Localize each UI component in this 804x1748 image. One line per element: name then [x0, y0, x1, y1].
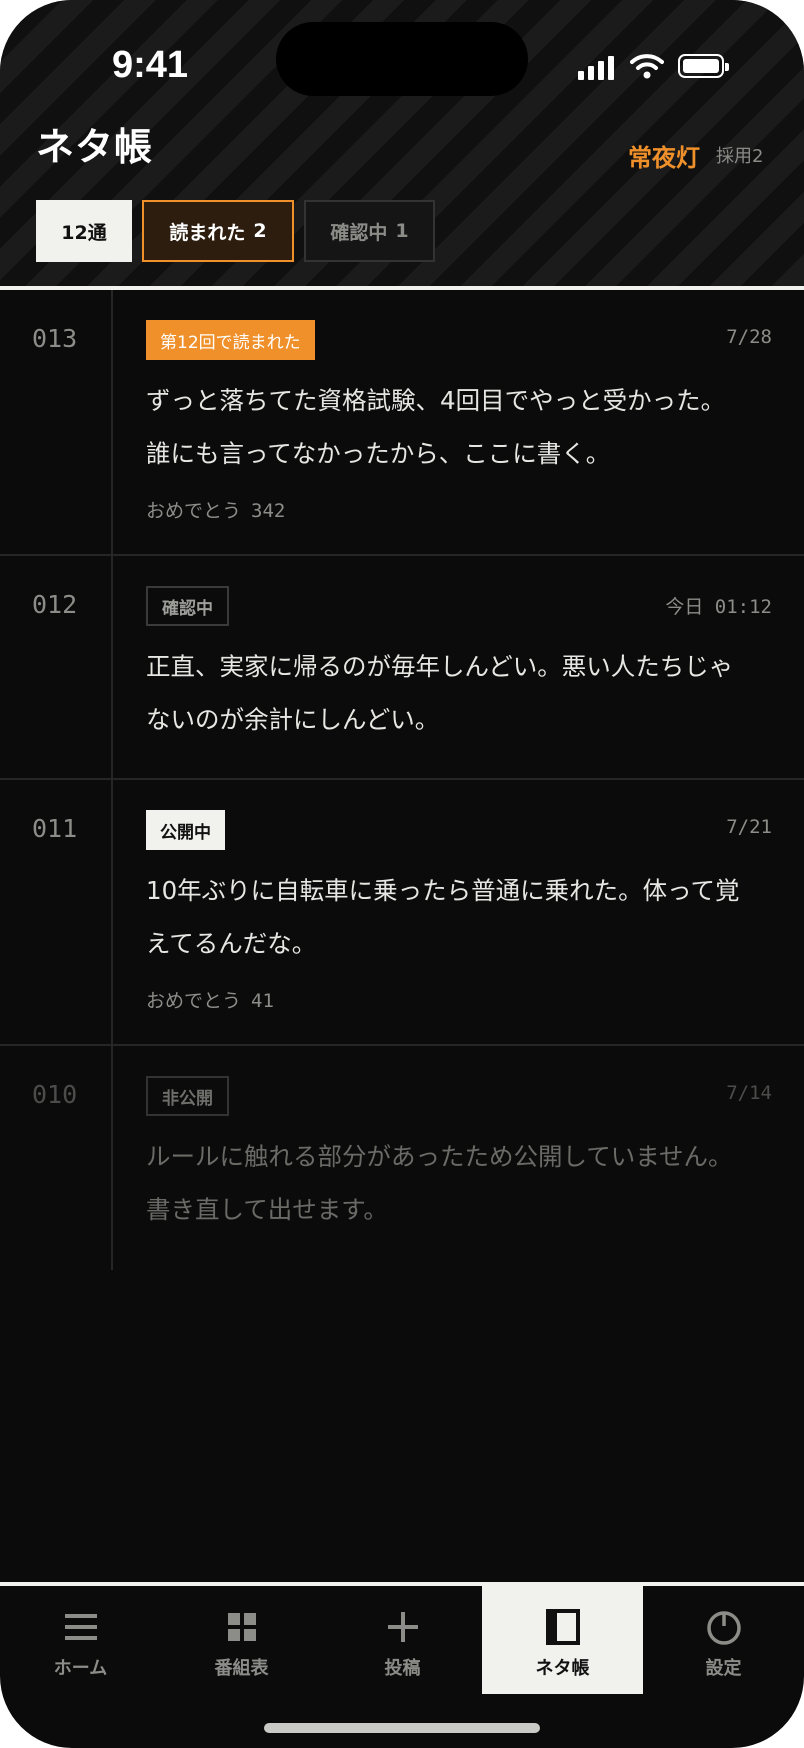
cellular-signal-icon	[578, 56, 614, 80]
entry-date: 7/14	[726, 1082, 772, 1104]
entry-text-line: 誰にも言ってなかったから、ここに書く。	[146, 439, 611, 468]
entry-text-line: 10年ぶりに自転車に乗ったら普通に乗れた。体って覚	[146, 876, 740, 905]
filter-reviewing-label: 確認中	[330, 221, 388, 244]
notebook-icon	[545, 1609, 580, 1645]
tab-notebook[interactable]: ネタ帳	[482, 1586, 643, 1694]
entry-text-line: 書き直して出せます。	[146, 1195, 388, 1224]
plus-icon	[387, 1612, 418, 1642]
reaction-summary: おめでとう 41	[146, 986, 274, 1013]
submission-list: 013 第12回で読まれた 7/28 ずっと落ちてた資格試験、4回目でやっと受か…	[0, 290, 804, 1270]
list-item[interactable]: 013 第12回で読まれた 7/28 ずっと落ちてた資格試験、4回目でやっと受か…	[0, 290, 804, 556]
filter-reviewing-count: 1	[395, 220, 409, 242]
tab-label: 番組表	[214, 1658, 269, 1679]
list-item[interactable]: 011 公開中 7/21 10年ぶりに自転車に乗ったら普通に乗れた。体って覚 え…	[0, 780, 804, 1046]
row-divider-line	[111, 780, 113, 1044]
entry-number: 011	[32, 814, 78, 843]
row-divider-line	[111, 1046, 113, 1270]
list-item[interactable]: 010 非公開 7/14 ルールに触れる部分があったため公開していません。 書き…	[0, 1046, 804, 1270]
entry-text-line: ルールに触れる部分があったため公開していません。	[146, 1142, 733, 1171]
reaction-label: おめでとう	[146, 990, 242, 1012]
dynamic-island	[276, 22, 528, 96]
entry-number: 012	[32, 590, 78, 619]
entry-date: 7/21	[726, 816, 772, 838]
filter-read-count: 2	[253, 220, 267, 242]
status-time: 9:41	[112, 44, 189, 86]
menu-icon	[64, 1614, 97, 1640]
entry-text: ルールに触れる部分があったため公開していません。 書き直して出せます。	[146, 1130, 776, 1236]
reaction-label: おめでとう	[146, 500, 242, 522]
tab-label: ホーム	[53, 1658, 108, 1679]
brand-label: 常夜灯	[628, 144, 700, 172]
filter-read[interactable]: 読まれた 2	[142, 200, 294, 262]
wifi-icon	[630, 54, 664, 79]
reaction-count: 41	[251, 990, 274, 1012]
tab-label: ネタ帳	[535, 1658, 590, 1679]
home-indicator[interactable]	[264, 1723, 540, 1733]
tab-label: 投稿	[384, 1658, 421, 1679]
entry-text-line: 正直、実家に帰るのが毎年しんどい。悪い人たちじゃ	[146, 652, 734, 681]
entry-text: 10年ぶりに自転車に乗ったら普通に乗れた。体って覚 えてるんだな。	[146, 864, 776, 970]
entry-number: 013	[32, 324, 78, 353]
entry-text-line: ずっと落ちてた資格試験、4回目でやっと受かった。	[146, 386, 726, 415]
tab-settings[interactable]: 設定	[643, 1586, 804, 1694]
entry-number: 010	[32, 1080, 78, 1109]
adopted-count: 採用2	[716, 146, 764, 167]
status-badge: 第12回で読まれた	[146, 320, 315, 360]
entry-text: ずっと落ちてた資格試験、4回目でやっと受かった。 誰にも言ってなかったから、ここ…	[146, 374, 776, 480]
reaction-count: 342	[251, 500, 286, 522]
filter-read-label: 読まれた	[169, 221, 246, 244]
entry-text-line: えてるんだな。	[146, 929, 317, 958]
entry-text: 正直、実家に帰るのが毎年しんどい。悪い人たちじゃ ないのが余計にしんどい。	[146, 640, 776, 746]
entry-text-line: ないのが余計にしんどい。	[146, 705, 440, 734]
filter-reviewing[interactable]: 確認中 1	[304, 200, 435, 262]
row-divider-line	[111, 556, 113, 778]
tab-label: 設定	[705, 1658, 742, 1679]
reaction-summary: おめでとう 342	[146, 496, 285, 523]
filter-all-label: 12通	[61, 221, 107, 244]
app-screen: 9:41 ネタ帳 常夜灯 採用2 12通 読まれた 2 確認中 1 013 第1…	[0, 0, 804, 1748]
entry-date: 今日 01:12	[665, 596, 772, 618]
power-icon	[706, 1611, 741, 1645]
tab-home[interactable]: ホーム	[0, 1586, 161, 1694]
status-badge: 公開中	[146, 810, 225, 850]
page-title: ネタ帳	[36, 125, 154, 169]
filter-all[interactable]: 12通	[36, 200, 132, 262]
battery-icon	[678, 54, 729, 78]
tab-post[interactable]: 投稿	[322, 1586, 483, 1694]
tab-schedule[interactable]: 番組表	[161, 1586, 322, 1694]
list-item[interactable]: 012 確認中 今日 01:12 正直、実家に帰るのが毎年しんどい。悪い人たちじ…	[0, 556, 804, 780]
entry-date: 7/28	[726, 326, 772, 348]
grid-icon	[227, 1613, 256, 1641]
status-badge: 非公開	[146, 1076, 229, 1116]
status-badge: 確認中	[146, 586, 229, 626]
row-divider-line	[111, 290, 113, 554]
